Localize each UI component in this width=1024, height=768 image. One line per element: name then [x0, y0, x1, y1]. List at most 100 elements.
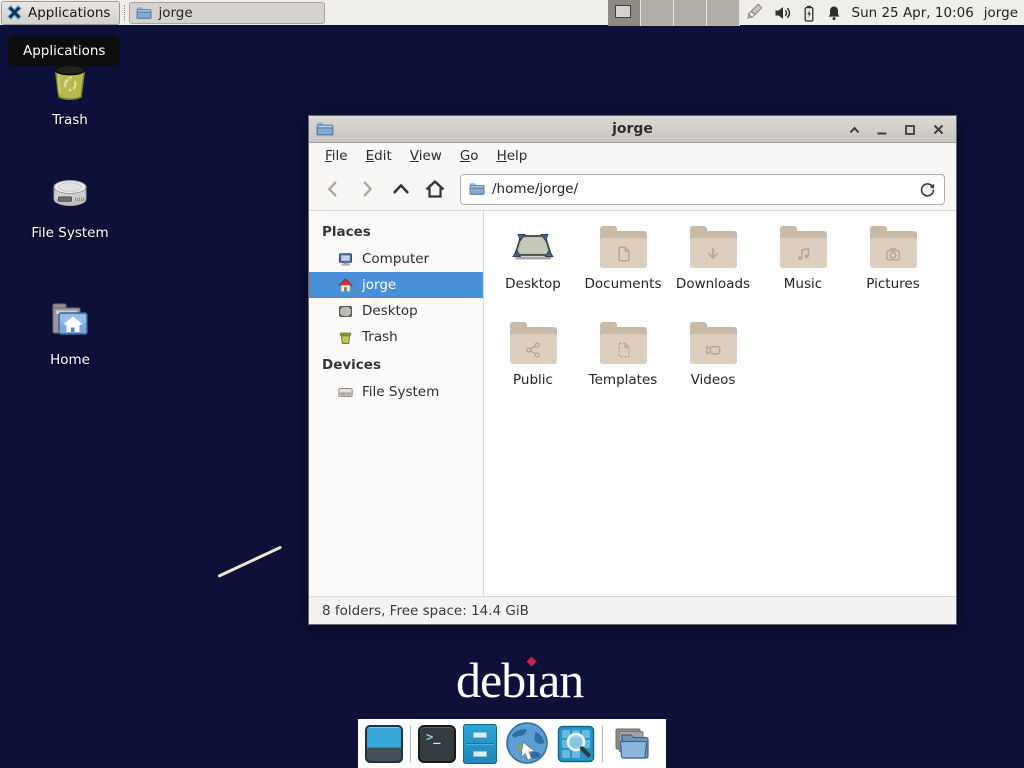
dock: >_: [358, 719, 666, 768]
reload-icon[interactable]: [919, 181, 936, 198]
file-item-documents[interactable]: Documents: [578, 225, 668, 321]
home-folder-icon: [46, 297, 94, 345]
panel-handle: [124, 5, 125, 21]
notification-bell-tray-icon[interactable]: [826, 5, 842, 22]
download-arrow-icon: [703, 244, 723, 264]
wallpaper-streak: [217, 546, 282, 578]
menu-go[interactable]: Go: [451, 145, 488, 167]
document-glyph-icon: [613, 244, 633, 264]
shade-button[interactable]: [846, 122, 862, 138]
path-input[interactable]: /home/jorge/: [492, 181, 912, 197]
panel-username[interactable]: jorge: [984, 5, 1018, 21]
menu-edit[interactable]: Edit: [357, 145, 401, 167]
taskbar-window-label: jorge: [158, 5, 192, 21]
sidebar-item-jorge-label: jorge: [362, 277, 396, 293]
home-button[interactable]: [420, 174, 450, 204]
sidebar-item-trash-label: Trash: [362, 329, 398, 345]
workspace-window-preview: [615, 5, 631, 18]
sidebar-devices-header: Devices: [309, 350, 483, 379]
taskbar-window-button[interactable]: jorge: [129, 2, 325, 24]
desktop-icon-home[interactable]: Home: [14, 297, 126, 368]
file-item-music[interactable]: Music: [758, 225, 848, 321]
window-titlebar[interactable]: jorge: [309, 116, 956, 143]
file-item-desktop[interactable]: Desktop: [488, 225, 578, 321]
back-button[interactable]: [318, 174, 348, 204]
music-notes-icon: [793, 244, 813, 264]
clock[interactable]: Sun 25 Apr, 10:06: [852, 5, 974, 21]
workspace-3[interactable]: [674, 0, 707, 26]
sidebar-places-header: Places: [309, 217, 483, 246]
up-button[interactable]: [386, 174, 416, 204]
minimize-button[interactable]: [874, 122, 890, 138]
desktop-icon-trash[interactable]: Trash: [14, 57, 126, 128]
applications-tooltip: Applications: [8, 36, 120, 66]
close-button[interactable]: [930, 122, 946, 138]
toolbar: /home/jorge/: [309, 168, 956, 211]
show-desktop-button[interactable]: [365, 725, 403, 763]
stylus-tray-icon[interactable]: [742, 4, 764, 22]
web-browser-launcher[interactable]: [504, 721, 550, 767]
file-item-pictures[interactable]: Pictures: [848, 225, 938, 321]
sidebar-item-jorge[interactable]: jorge: [309, 272, 483, 298]
applications-menu-button[interactable]: Applications: [1, 1, 120, 25]
show-desktop-icon: [365, 725, 403, 763]
desktop-icon: [337, 303, 354, 320]
dock-separator: [602, 726, 603, 762]
debian-logo-text-pre: deb: [456, 652, 525, 708]
sidebar-item-filesystem[interactable]: File System: [309, 379, 483, 405]
maximize-button[interactable]: [902, 122, 918, 138]
volume-tray-icon[interactable]: [774, 5, 792, 21]
video-camera-icon: [703, 340, 723, 360]
xfce-logo-icon: [6, 4, 23, 21]
file-label: Downloads: [668, 276, 758, 292]
drive-icon: [337, 384, 354, 401]
sidebar-item-computer[interactable]: Computer: [309, 246, 483, 272]
sidebar-item-computer-label: Computer: [362, 251, 429, 267]
file-item-downloads[interactable]: Downloads: [668, 225, 758, 321]
menu-file[interactable]: File: [316, 145, 357, 167]
workspace-switcher: [608, 0, 740, 26]
menu-view[interactable]: View: [401, 145, 451, 167]
share-icon: [523, 340, 543, 360]
debian-logo: debıan: [456, 655, 583, 705]
file-manager-window: jorge File Edit View Go Help: [308, 115, 957, 625]
home-icon: [337, 277, 354, 294]
menu-help[interactable]: Help: [488, 145, 537, 167]
system-tray: Sun 25 Apr, 10:06 jorge: [742, 0, 1019, 26]
debian-logo-text-post: an: [538, 652, 583, 708]
sidebar-item-filesystem-label: File System: [362, 384, 439, 400]
forward-button[interactable]: [352, 174, 382, 204]
sidebar-item-trash[interactable]: Trash: [309, 324, 483, 350]
status-text: 8 folders, Free space: 14.4 GiB: [322, 603, 529, 619]
harddrive-icon: [46, 170, 94, 218]
workspace-1[interactable]: [608, 0, 641, 26]
workspace-2[interactable]: [641, 0, 674, 26]
workspace-4[interactable]: [707, 0, 740, 26]
top-panel: Applications jorge: [0, 0, 1024, 26]
file-label: Videos: [668, 372, 758, 388]
file-item-public[interactable]: Public: [488, 321, 578, 417]
desktop-icon-trash-label: Trash: [14, 112, 126, 128]
file-label: Music: [758, 276, 848, 292]
terminal-launcher[interactable]: >_: [418, 725, 456, 763]
desktop-icon-filesystem-label: File System: [14, 225, 126, 241]
desktop-icon-filesystem[interactable]: File System: [14, 170, 126, 241]
app-finder-icon: [557, 725, 595, 763]
template-document-icon: [613, 340, 633, 360]
menu-bar: File Edit View Go Help: [309, 143, 956, 168]
applications-menu-label: Applications: [28, 5, 110, 21]
app-finder-launcher[interactable]: [557, 725, 595, 763]
file-label: Documents: [578, 276, 668, 292]
pathbar-folder-icon: [469, 181, 485, 197]
file-manager-launcher[interactable]: [463, 724, 497, 764]
file-item-videos[interactable]: Videos: [668, 321, 758, 417]
sidebar: Places Computer: [309, 211, 484, 596]
sidebar-item-desktop[interactable]: Desktop: [309, 298, 483, 324]
directory-menu-launcher[interactable]: [610, 725, 652, 763]
file-item-templates[interactable]: Templates: [578, 321, 668, 417]
terminal-icon: >_: [418, 725, 456, 763]
file-grid: Desktop Documents: [484, 211, 956, 596]
battery-tray-icon[interactable]: [802, 5, 816, 22]
window-body: Places Computer: [309, 211, 956, 596]
path-bar[interactable]: /home/jorge/: [460, 174, 945, 205]
